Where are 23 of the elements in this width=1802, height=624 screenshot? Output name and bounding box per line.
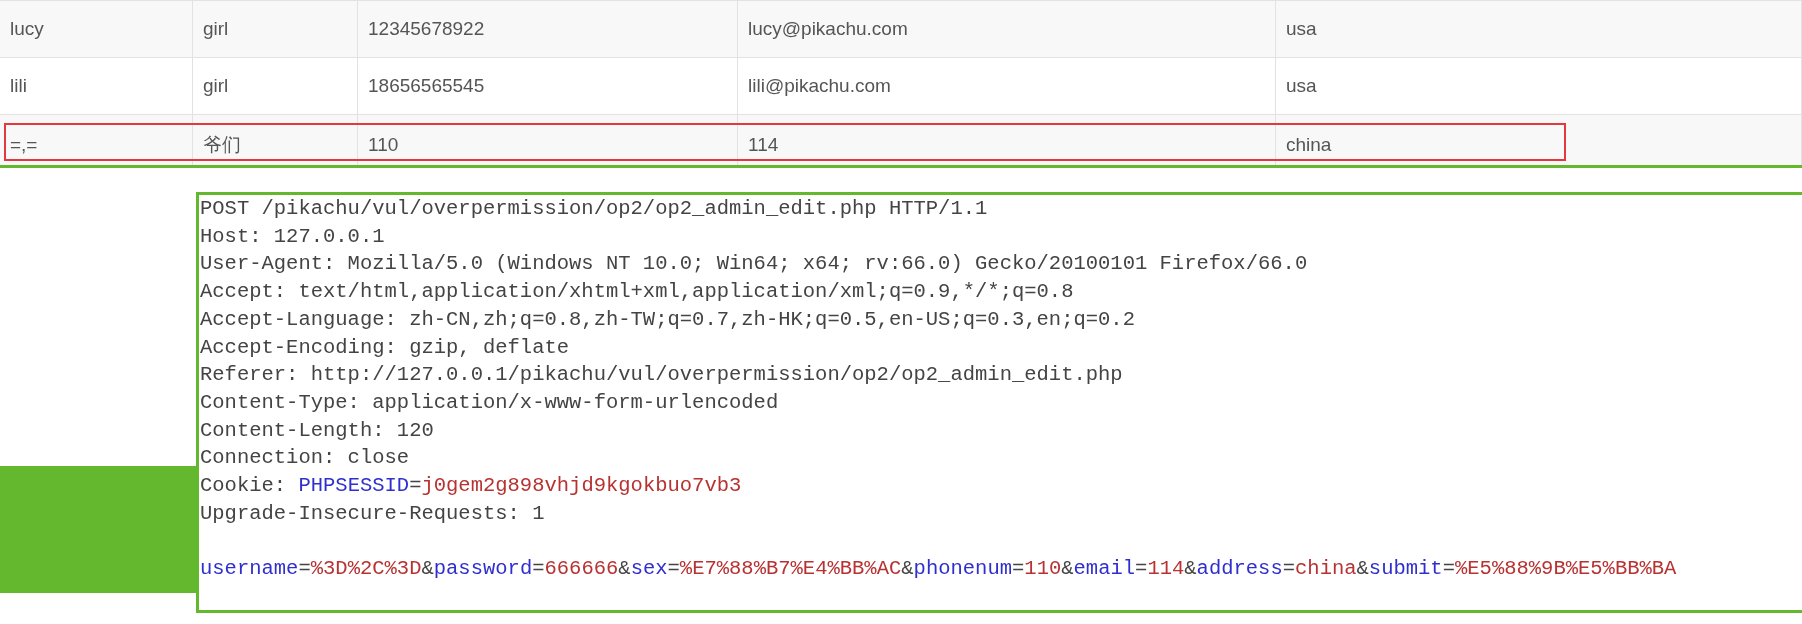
request-line: Content-Length: 120 (200, 417, 434, 444)
request-line: Connection: close (200, 445, 410, 472)
request-line: Accept: text/html,application/xhtml+xml,application/xml;q=0.9,*/*;q=0.8 (200, 279, 1074, 306)
table-cell: girl (193, 58, 358, 114)
request-line: Cookie: PHPSESSID=j0gem2g898vhjd9kgokbuo7vb3 (200, 473, 742, 500)
table-cell: lucy@pikachu.com (738, 1, 1276, 57)
table-cell: 12345678922 (358, 1, 738, 57)
table-cell: lili (0, 58, 193, 114)
request-line: POST /pikachu/vul/overpermission/op2/op2_admin_edit.php HTTP/1.1 (200, 196, 988, 222)
table-cell: girl (193, 1, 358, 57)
request-line: Host: 127.0.0.1 (200, 223, 385, 250)
request-line: User-Agent: Mozilla/5.0 (Windows NT 10.0; Win64; x64; rv:66.0) Gecko/20100101 Firefox/66.0 (200, 251, 1308, 278)
request-line: username=%3D%2C%3D&password=666666&sex=%E7%88%B7%E4%BB%AC&phonenum=110&email=114&address=china&submit=%E5%88%9B%E5%BB%BA (200, 556, 1677, 583)
request-line: Accept-Language: zh-CN,zh;q=0.8,zh-TW;q=0.7,zh-HK;q=0.5,en-US;q=0.3,en;q=0.2 (200, 306, 1135, 333)
request-line: Referer: http://127.0.0.1/pikachu/vul/overpermission/op2/op2_admin_edit.php (200, 362, 1123, 389)
table-cell: lucy (0, 1, 193, 57)
table-cell: lili@pikachu.com (738, 58, 1276, 114)
table-cell: usa (1276, 1, 1802, 57)
table-cell: usa (1276, 58, 1802, 114)
request-line: Content-Type: application/x-www-form-urlencoded (200, 389, 779, 416)
request-line: Upgrade-Insecure-Requests: 1 (200, 500, 545, 527)
table-cell: 18656565545 (358, 58, 738, 114)
request-line: Accept-Encoding: gzip, deflate (200, 334, 570, 361)
